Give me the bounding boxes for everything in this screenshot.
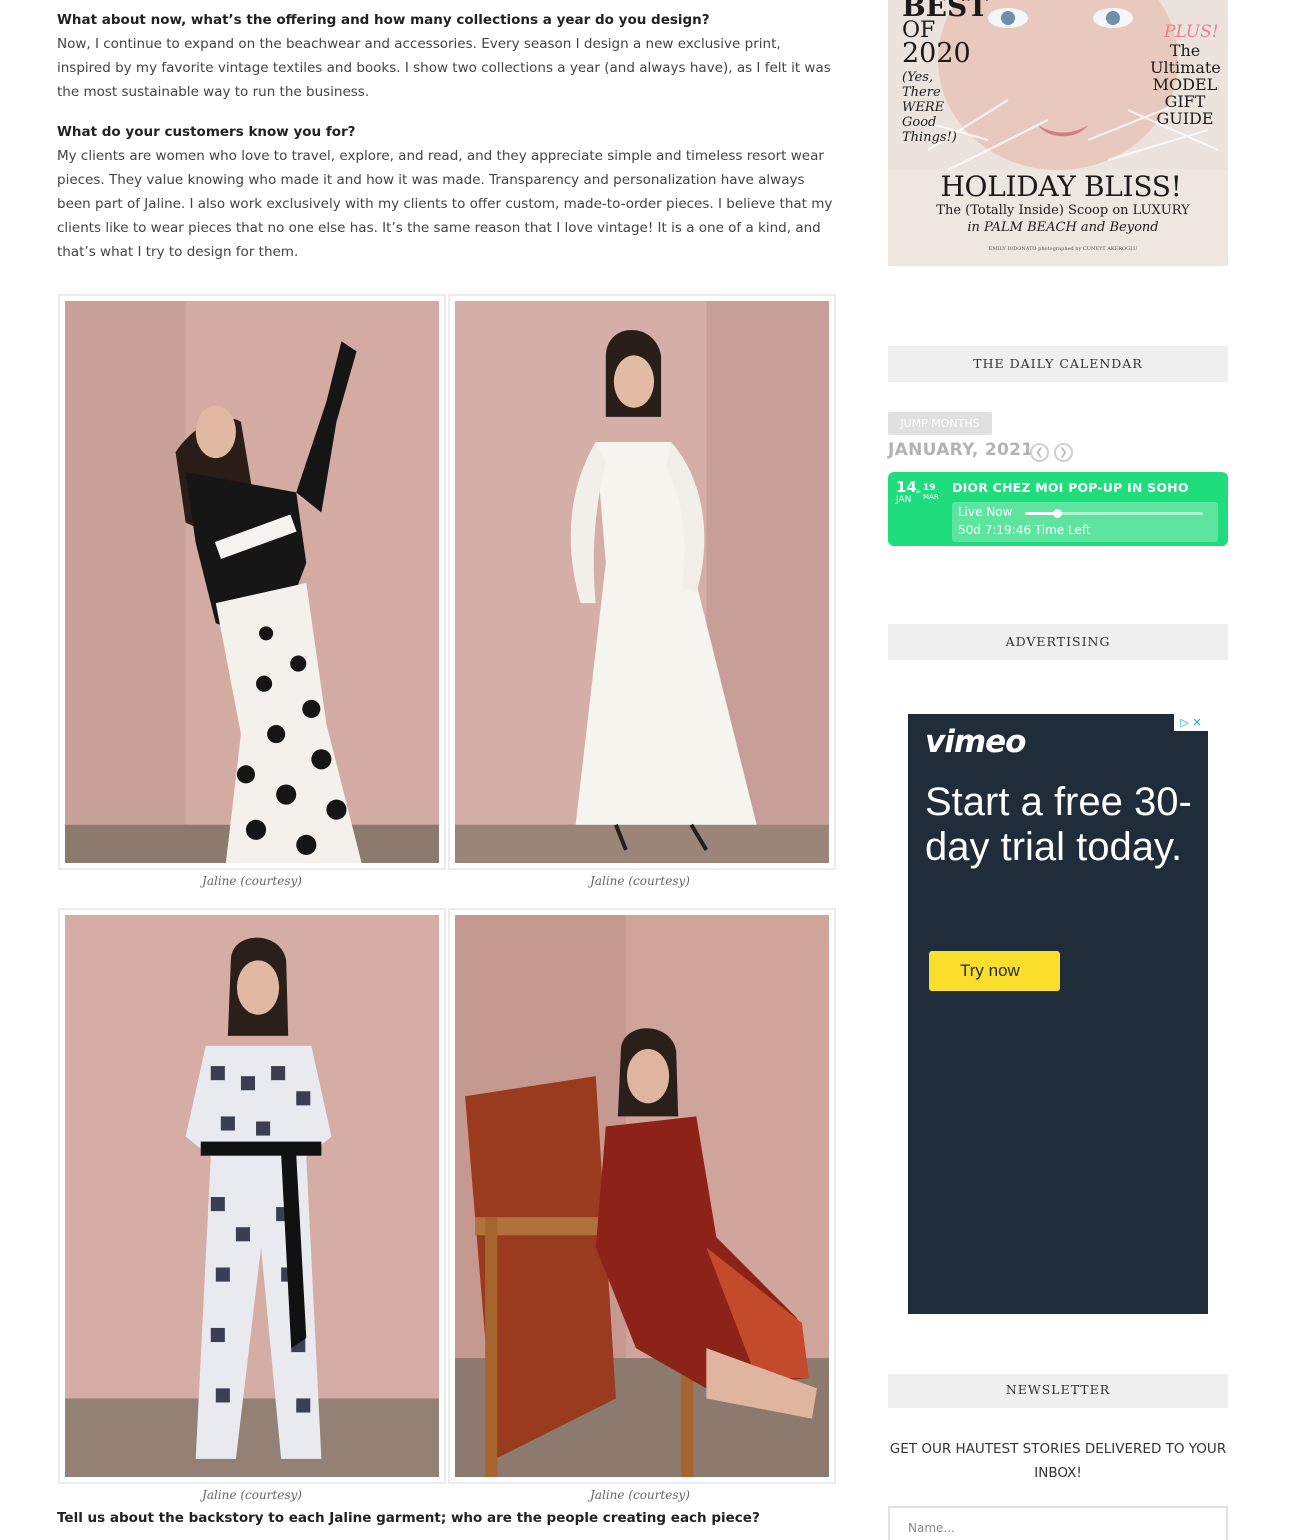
calendar-event-card[interactable]: 14 JAN - 19 MAR DIOR CHEZ MOI POP-UP IN … — [888, 472, 1228, 546]
event-status-box: Live Now 50d 7:19:46 Time Left — [952, 502, 1218, 542]
qa-block-customers: What do your customers know you for? My … — [57, 120, 837, 264]
event-title[interactable]: DIOR CHEZ MOI POP-UP IN SOHO — [952, 480, 1189, 495]
event-end-day: 19 — [923, 483, 936, 493]
cover-subheadline-1: The (Totally Inside) Scoop on LUXURY — [936, 203, 1190, 218]
gallery-photo-frame[interactable] — [448, 908, 836, 1484]
next-month-button[interactable]: ❯ — [1054, 443, 1073, 462]
photo-gallery-row-2: Jaline (courtesy) Jaline (courtesy) — [58, 908, 836, 1502]
qa-block-offering: What about now, what’s the offering and … — [57, 8, 837, 104]
gallery-photo-frame[interactable] — [58, 294, 446, 870]
event-start-day: 14 — [896, 478, 917, 496]
caption-row: Jaline (courtesy) Jaline (courtesy) — [58, 1488, 836, 1502]
event-time-left: 50d 7:19:46 Time Left — [958, 523, 1091, 537]
jump-months-button[interactable]: JUMP MONTHS — [888, 412, 992, 435]
cover-plus: PLUS! — [1164, 22, 1219, 42]
article-body: What about now, what’s the offering and … — [57, 8, 837, 280]
photo-gallery-row-1: Jaline (courtesy) Jaline (courtesy) — [58, 294, 836, 888]
answer-offering: Now, I continue to expand on the beachwe… — [57, 36, 831, 100]
chevron-right-icon: ❯ — [1059, 447, 1068, 458]
photo-caption: Jaline (courtesy) — [202, 874, 302, 888]
answer-customers: My clients are women who love to travel,… — [57, 148, 833, 260]
daily-calendar-title: THE DAILY CALENDAR — [888, 346, 1228, 382]
photo-black-top-polka-dot-skirt[interactable] — [65, 301, 439, 863]
event-progress-bar — [1025, 509, 1203, 518]
event-live-label: Live Now — [958, 505, 1013, 519]
question-customers: What do your customers know you for? — [57, 124, 356, 140]
cover-year: 2020 — [902, 38, 971, 69]
cover-best: BEST — [902, 0, 989, 23]
photo-caption: Jaline (courtesy) — [202, 1488, 302, 1502]
photo-printed-jumpsuit[interactable] — [65, 915, 439, 1477]
photo-white-wrap-dress[interactable] — [455, 301, 829, 863]
chevron-left-icon: ❮ — [1035, 447, 1044, 458]
advertising-title: ADVERTISING — [888, 624, 1228, 660]
adchoices-icon[interactable]: ▷ ✕ — [1174, 714, 1208, 731]
cover-tagline: (Yes, There WERE Good Things!) — [902, 70, 957, 145]
newsletter-title: NEWSLETTER — [888, 1374, 1228, 1408]
vimeo-logo: vimeo — [925, 724, 1026, 760]
caption-row: Jaline (courtesy) Jaline (courtesy) — [58, 874, 836, 888]
cover-gift-guide: The Ultimate MODEL GIFT GUIDE — [1150, 41, 1221, 128]
event-end-month: MAR — [923, 493, 939, 501]
magazine-cover[interactable]: BEST OF 2020 (Yes, There WERE Good Thing… — [888, 0, 1228, 266]
cover-subheadline-2: in PALM BEACH and Beyond — [967, 220, 1159, 235]
newsletter-description: GET OUR HAUTEST STORIES DELIVERED TO YOU… — [889, 1441, 1227, 1481]
previous-month-button[interactable]: ❮ — [1030, 443, 1049, 462]
question-backstory: Tell us about the backstory to each Jali… — [57, 1510, 760, 1526]
photo-caption: Jaline (courtesy) — [590, 874, 690, 888]
question-offering: What about now, what’s the offering and … — [57, 12, 710, 28]
calendar-month-label: JANUARY, 2021 — [888, 440, 1034, 460]
ad-headline: Start a free 30-day trial today. — [925, 780, 1192, 869]
event-date-separator: - — [916, 484, 921, 498]
vimeo-ad-banner[interactable]: ▷ ✕ vimeo Start a free 30-day trial toda… — [908, 714, 1208, 1314]
event-progress-knob — [1053, 509, 1063, 518]
gallery-photo-frame[interactable] — [448, 294, 836, 870]
photo-red-dress-leather-chair[interactable] — [455, 915, 829, 1477]
photo-caption: Jaline (courtesy) — [590, 1488, 690, 1502]
event-start-month: JAN — [896, 495, 912, 505]
cover-credit: EMILY DIDONATO photographed by CUNEYT AK… — [988, 246, 1138, 252]
gallery-photo-frame[interactable] — [58, 908, 446, 1484]
try-now-button[interactable]: Try now — [929, 951, 1060, 991]
newsletter-name-input[interactable] — [888, 1506, 1228, 1540]
cover-headline: HOLIDAY BLISS! — [940, 170, 1182, 203]
